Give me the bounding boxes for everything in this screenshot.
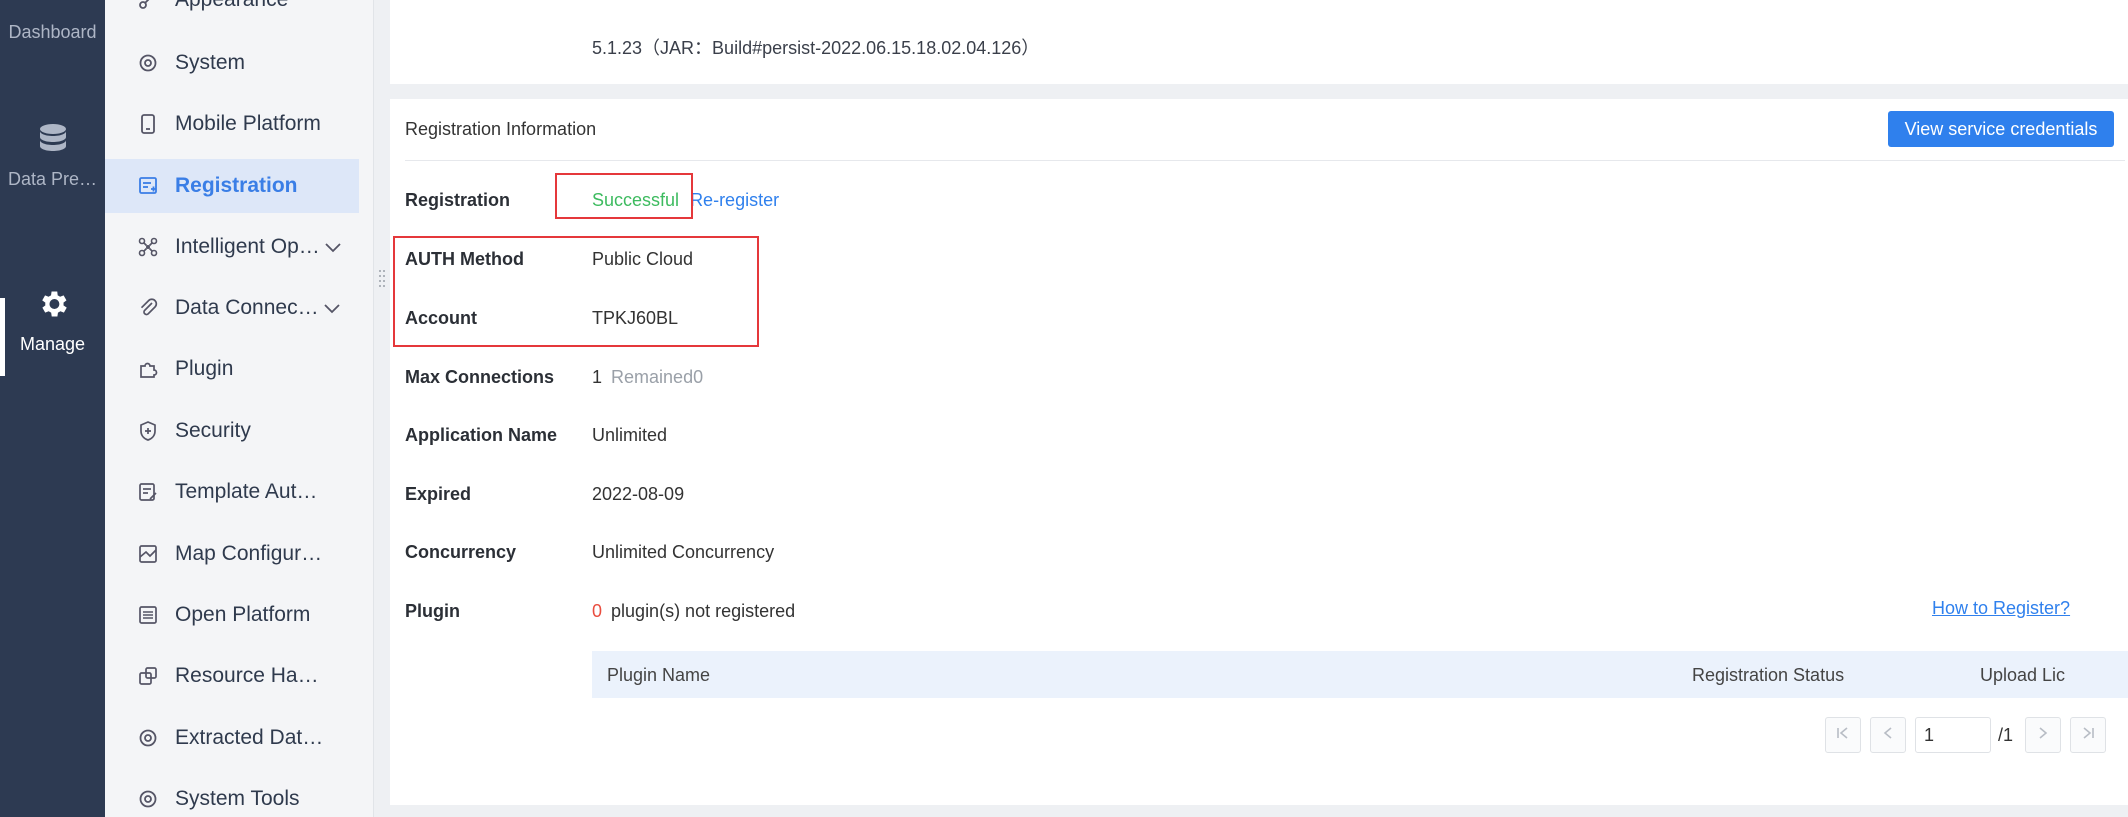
- sidebar-item-label: Extracted Data C…: [175, 726, 325, 749]
- plugin-table-header: Plugin Name Registration Status Upload L…: [592, 651, 2128, 698]
- first-page-icon: [1835, 725, 1851, 746]
- sidebar-item-label: System: [175, 51, 246, 74]
- last-page-icon: [2080, 725, 2096, 746]
- app-rail: Dashboard Data Pre… Manage: [0, 0, 105, 817]
- highlight-box-auth-account: [393, 236, 759, 347]
- paperclip-icon: [135, 295, 161, 321]
- shield-icon: [135, 418, 161, 444]
- document-edit-icon: [135, 479, 161, 505]
- sidebar-item-label: System Tools: [175, 787, 300, 810]
- database-icon: [0, 122, 105, 161]
- how-to-register-link[interactable]: How to Register?: [1932, 598, 2070, 619]
- registration-label: Registration: [405, 190, 511, 210]
- manage-sidebar: Appearance System Mobile Platform Regist…: [105, 0, 374, 817]
- transfer-icon: [135, 663, 161, 689]
- plugin-value: 0 plugin(s) not registered: [592, 601, 795, 622]
- sidebar-item-registration[interactable]: Registration: [105, 159, 359, 213]
- section-title: Registration Information: [405, 119, 597, 139]
- first-page-button[interactable]: [1825, 717, 1861, 753]
- prev-page-button[interactable]: [1870, 717, 1906, 753]
- paint-icon: [135, 0, 161, 13]
- page-number-input[interactable]: [1915, 717, 1991, 753]
- chevron-right-icon: [2035, 725, 2051, 746]
- sidebar-item-label: Plugin: [175, 357, 234, 380]
- sidebar-item-label: Map Configuration: [175, 542, 325, 565]
- next-page-button[interactable]: [2025, 717, 2061, 753]
- rail-manage-label: Manage: [19, 334, 86, 354]
- last-page-button[interactable]: [2070, 717, 2106, 753]
- sidebar-item-resource-handover[interactable]: Resource Hando…: [105, 649, 359, 703]
- application-name-label: Application Name: [405, 425, 558, 445]
- divider: [405, 160, 2125, 161]
- registration-card: Registration Information View service cr…: [390, 99, 2128, 805]
- rail-item-manage[interactable]: Manage: [0, 287, 105, 355]
- concurrency-label: Concurrency: [405, 542, 517, 562]
- sidebar-item-label: Resource Hando…: [175, 664, 325, 687]
- plugin-count: 0: [592, 601, 603, 621]
- version-card: 5.1.23（JAR：Build#persist-2022.06.15.18.0…: [390, 0, 2128, 84]
- settings-icon: [135, 50, 161, 76]
- sidebar-item-appearance[interactable]: Appearance: [105, 0, 359, 27]
- sidebar-item-label: Mobile Platform: [175, 112, 321, 135]
- gear-icon: [0, 287, 105, 326]
- sidebar-item-label: Data Connec…: [175, 296, 319, 319]
- rail-dashboard-label: Dashboard: [8, 22, 97, 42]
- sidebar-item-label: Open Platform: [175, 603, 311, 626]
- rail-item-data-prep[interactable]: Data Pre…: [0, 122, 105, 190]
- view-credentials-button[interactable]: View service credentials: [1888, 111, 2114, 147]
- plugin-status-text: plugin(s) not registered: [611, 601, 796, 621]
- rail-item-dashboard[interactable]: Dashboard: [0, 22, 105, 43]
- plugin-label: Plugin: [405, 601, 460, 621]
- sidebar-item-intelligent-ops[interactable]: Intelligent Op…: [105, 220, 359, 274]
- sidebar-item-label: Registration: [175, 174, 298, 197]
- sidebar-item-system-tools[interactable]: System Tools: [105, 772, 359, 817]
- puzzle-icon: [135, 356, 161, 382]
- sidebar-item-open-platform[interactable]: Open Platform: [105, 588, 359, 642]
- sidebar-item-map-configuration[interactable]: Map Configuration: [105, 527, 359, 581]
- list-icon: [135, 602, 161, 628]
- concurrency-value: Unlimited Concurrency: [592, 542, 775, 562]
- max-connections-label: Max Connections: [405, 367, 555, 387]
- settings-icon: [135, 725, 161, 751]
- column-header-registration-status[interactable]: Registration Status: [1692, 665, 1844, 686]
- expired-label: Expired: [405, 484, 472, 504]
- chevron-down-icon: [323, 302, 341, 314]
- max-connections-count: 1: [592, 367, 603, 387]
- sidebar-resize-handle[interactable]: [378, 268, 386, 288]
- settings-icon: [135, 786, 161, 812]
- rail-data-prep-label: Data Pre…: [7, 169, 98, 189]
- column-header-upload-lic[interactable]: Upload Lic: [1980, 665, 2065, 686]
- sidebar-item-extracted-data[interactable]: Extracted Data C…: [105, 711, 359, 765]
- column-header-plugin-name[interactable]: Plugin Name: [607, 665, 710, 686]
- sidebar-item-data-connection[interactable]: Data Connec…: [105, 281, 359, 335]
- page-total: /1: [1998, 725, 2014, 745]
- sidebar-item-label: Security: [175, 419, 251, 442]
- sidebar-item-security[interactable]: Security: [105, 404, 359, 458]
- sidebar-item-label: Intelligent Op…: [175, 235, 320, 258]
- registration-icon: [135, 173, 161, 199]
- sidebar-item-template-auth[interactable]: Template Authent…: [105, 465, 359, 519]
- sidebar-item-system[interactable]: System: [105, 36, 359, 90]
- highlight-box-registration: [555, 173, 693, 219]
- max-connections-value: 1 Remained0: [592, 367, 703, 388]
- map-icon: [135, 541, 161, 567]
- chevron-down-icon: [324, 241, 342, 253]
- sidebar-item-label: Appearance: [175, 0, 288, 12]
- re-register-link[interactable]: Re-register: [690, 190, 779, 210]
- network-icon: [135, 234, 161, 260]
- expired-value: 2022-08-09: [592, 484, 685, 504]
- application-name-value: Unlimited: [592, 425, 668, 445]
- sidebar-item-mobile-platform[interactable]: Mobile Platform: [105, 97, 359, 151]
- version-text: 5.1.23（JAR：Build#persist-2022.06.15.18.0…: [592, 38, 1040, 58]
- chevron-left-icon: [1880, 725, 1896, 746]
- sidebar-item-plugin[interactable]: Plugin: [105, 342, 359, 396]
- remained-text: Remained0: [611, 367, 704, 387]
- sidebar-item-label: Template Authent…: [175, 480, 325, 503]
- mobile-icon: [135, 111, 161, 137]
